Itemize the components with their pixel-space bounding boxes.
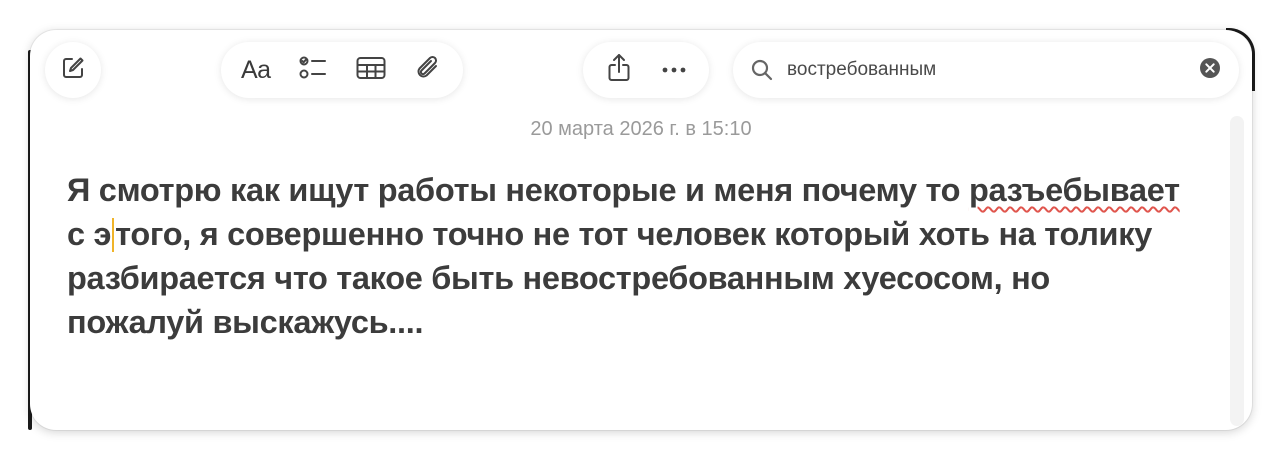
note-text-part1: Я смотрю как ищут работы некоторые и мен… — [67, 172, 969, 208]
magnifying-glass-icon — [751, 58, 775, 82]
clear-circle-icon — [1199, 57, 1221, 84]
format-toolbar: Aa — [221, 42, 463, 98]
checklist-button[interactable] — [293, 50, 333, 90]
new-note-button[interactable] — [53, 50, 93, 90]
attachment-button[interactable] — [408, 50, 448, 90]
note-date: 20 марта 2026 г. в 15:10 — [530, 118, 752, 140]
notes-window: Aa востребованным 20 марта 2026 г. в 15:… — [30, 30, 1252, 430]
text-caret — [112, 218, 115, 252]
share-button[interactable] — [599, 50, 639, 90]
checklist-icon — [298, 55, 328, 86]
ellipsis-icon — [661, 61, 687, 79]
share-icon — [606, 53, 632, 88]
note-body[interactable]: Я смотрю как ищут работы некоторые и мен… — [67, 168, 1187, 344]
table-button[interactable] — [351, 50, 391, 90]
misspelled-word[interactable]: разъебывает — [969, 172, 1180, 208]
scrollbar-track[interactable] — [1230, 116, 1244, 426]
search-bar — [733, 42, 1239, 98]
more-button[interactable] — [654, 50, 694, 90]
clear-search-button[interactable] — [1199, 57, 1221, 84]
compose-pill — [45, 42, 101, 98]
share-toolbar — [583, 42, 709, 98]
search-input[interactable] — [787, 59, 1199, 81]
square-pencil-icon — [60, 55, 86, 86]
text-format-label: Aa — [240, 55, 271, 84]
text-format-button[interactable]: Aa — [236, 50, 276, 90]
table-icon — [356, 56, 386, 85]
paperclip-icon — [415, 54, 441, 87]
note-text-part3: того, я совершенно точно не тот человек … — [67, 216, 1152, 340]
note-text-part2: с э — [67, 216, 112, 252]
